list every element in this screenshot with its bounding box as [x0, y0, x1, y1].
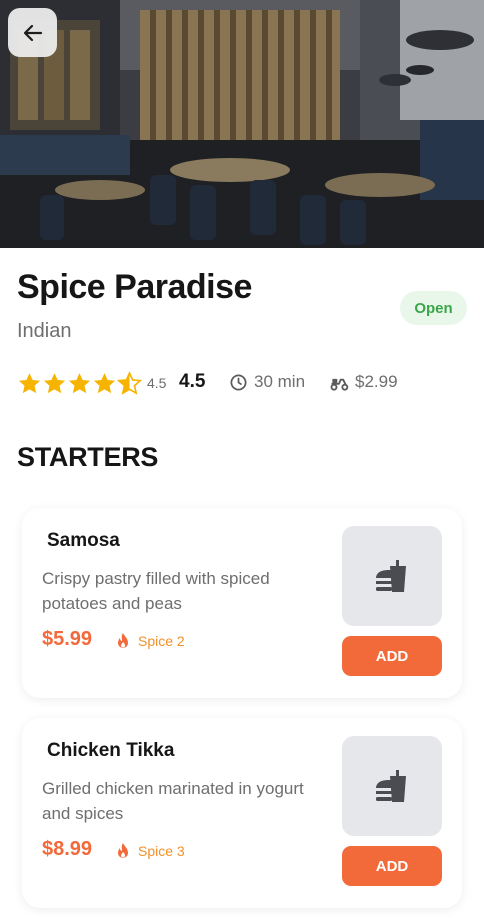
menu-item-card[interactable]: Chicken Tikka Grilled chicken marinated … [22, 718, 462, 908]
star-icon [93, 373, 116, 394]
menu-item-price: $5.99 [42, 628, 93, 650]
restaurant-hero-image [0, 0, 484, 248]
status-badge: Open [400, 291, 467, 325]
scooter-icon [330, 378, 349, 391]
star-icon [18, 373, 41, 394]
star-icon [117, 371, 142, 395]
restaurant-meta: 4.5 4.5 30 min $2.99 [17, 370, 477, 396]
star-icon [68, 373, 91, 394]
star-icon [43, 373, 66, 394]
restaurant-cuisine: Indian [17, 320, 72, 342]
menu-item-image [342, 736, 442, 836]
section-title-starters: STARTERS [17, 442, 159, 472]
spice-level: Spice 3 [138, 843, 185, 859]
fastfood-icon [376, 560, 406, 592]
menu-item-image [342, 526, 442, 626]
menu-item-price: $8.99 [42, 838, 93, 860]
rating-text: 4.5 [179, 371, 206, 392]
menu-item-name: Samosa [47, 530, 120, 551]
flame-icon [118, 843, 128, 858]
clock-icon [230, 374, 247, 391]
add-to-cart-button[interactable]: ADD [342, 846, 442, 886]
arrow-left-icon [23, 24, 42, 41]
restaurant-interior-illustration [0, 0, 484, 248]
delivery-time: 30 min [254, 372, 306, 391]
restaurant-name: Spice Paradise [17, 268, 252, 306]
menu-item-description: Grilled chicken marinated in yogurt and … [42, 779, 304, 823]
rating-small-text: 4.5 [147, 375, 167, 391]
star-rating [17, 371, 142, 396]
add-to-cart-button[interactable]: ADD [342, 636, 442, 676]
flame-icon [118, 633, 128, 648]
fastfood-icon [376, 770, 406, 802]
menu-item-card[interactable]: Samosa Crispy pastry filled with spiced … [22, 508, 462, 698]
back-button[interactable] [8, 8, 57, 57]
menu-item-name: Chicken Tikka [47, 740, 175, 761]
delivery-fee: $2.99 [355, 372, 398, 391]
menu-item-description: Crispy pastry filled with spiced potatoe… [42, 569, 270, 613]
spice-level: Spice 2 [138, 633, 185, 649]
